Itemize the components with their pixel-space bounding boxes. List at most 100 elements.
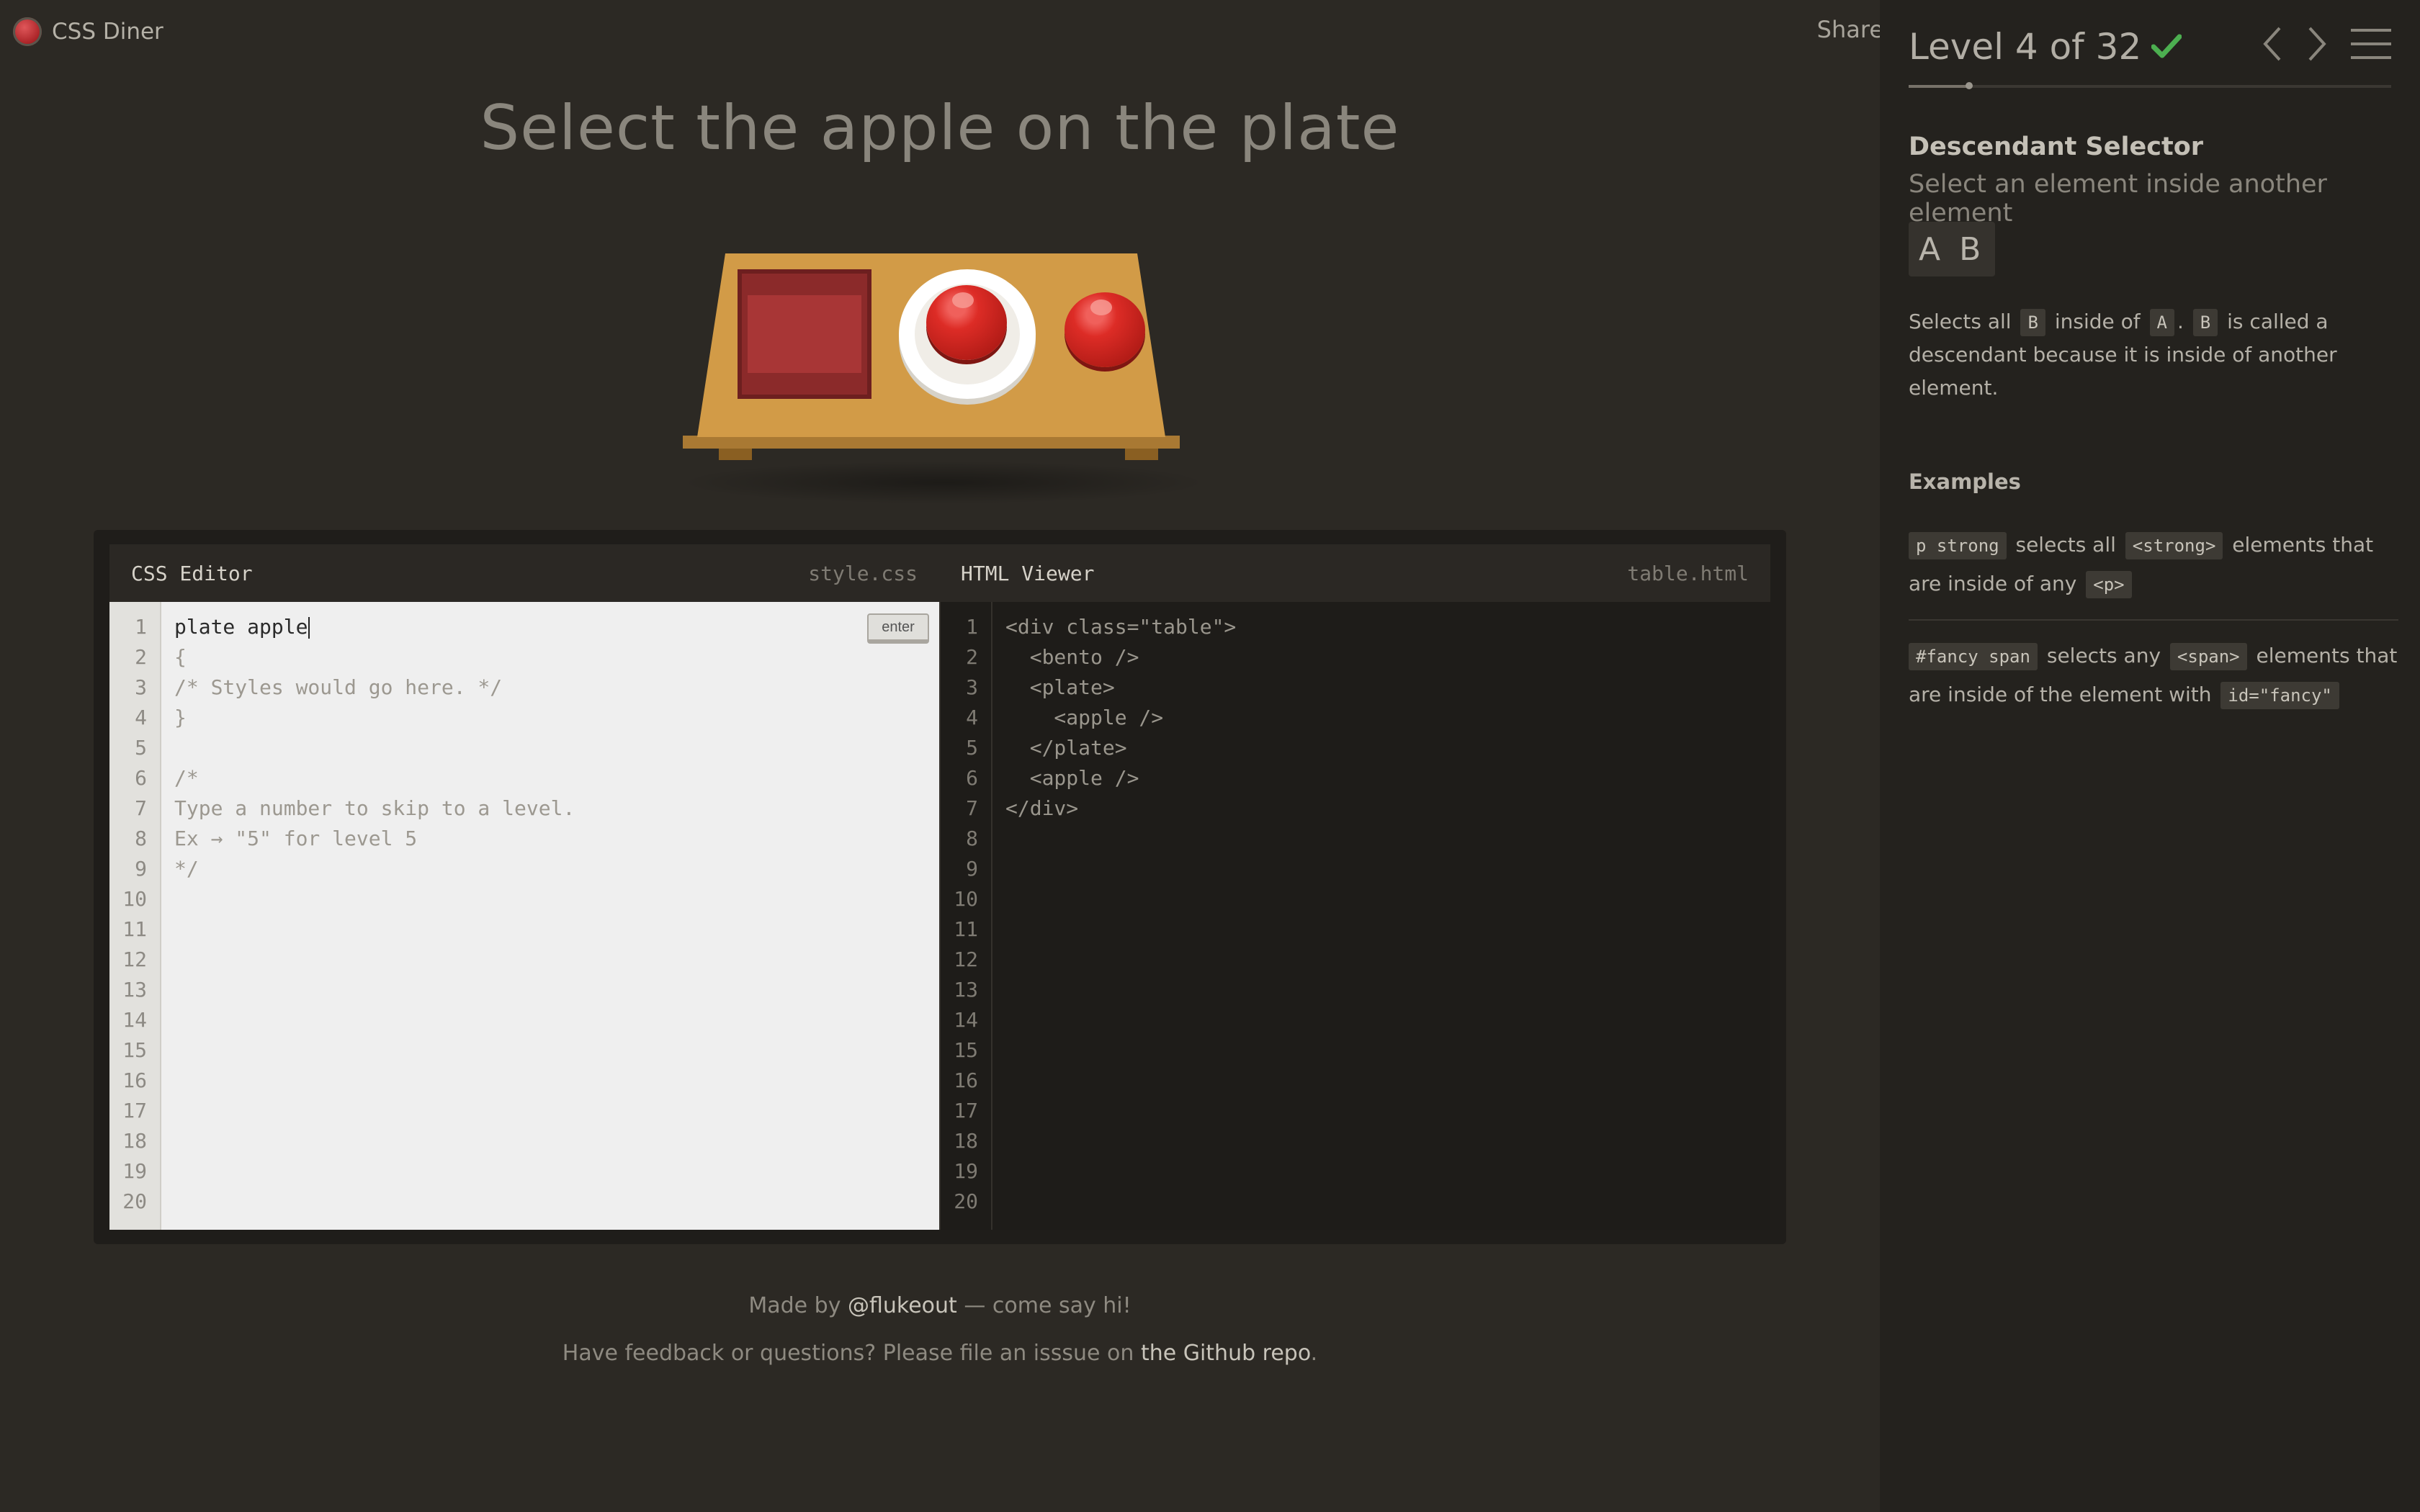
line-number: 11 [954, 917, 978, 941]
line-number: 8 [135, 827, 147, 850]
table-leg [1125, 449, 1158, 460]
sidebar: Level 4 of 32 Descendant Selector Select… [1880, 0, 2420, 1512]
line-number: 5 [135, 736, 147, 760]
code-line[interactable]: <apple /> [1005, 763, 1770, 793]
chevron-left-icon[interactable] [2262, 26, 2283, 62]
example-code: p strong [1909, 532, 2007, 559]
example-tag: <strong> [2125, 532, 2223, 559]
code-line[interactable]: <apple /> [1005, 703, 1770, 733]
footer-credit: Made by @flukeout — come say hi! [0, 1293, 1880, 1318]
line-number: 6 [966, 766, 978, 790]
text-cursor [308, 617, 310, 639]
example-tag: id="fancy" [2220, 682, 2339, 709]
editor-panel: CSS Editor style.css 1 2 3 4 5 6 7 8 9 10 11 12 13 14… [94, 530, 1786, 1244]
selector-name: Descendant Selector [1909, 132, 2203, 161]
line-number: 17 [954, 1099, 978, 1122]
progress-fill [1909, 85, 1969, 88]
code-line: } [174, 706, 187, 729]
enter-button[interactable]: enter [867, 613, 929, 644]
html-viewer-title: HTML Viewer [961, 561, 1095, 585]
share-label: Share [1816, 16, 1883, 43]
progress-marker [1965, 82, 1973, 89]
github-link[interactable]: the Github repo [1141, 1341, 1311, 1366]
plate[interactable] [899, 269, 1036, 399]
line-number: 1 [135, 615, 147, 639]
code-line: */ [174, 857, 199, 881]
logo-icon [13, 17, 42, 46]
hint-text: . [2177, 310, 2190, 333]
hint-tag: A [2149, 309, 2174, 336]
bento-inner [748, 295, 861, 373]
table-shadow [677, 461, 1210, 504]
html-viewer-body: 1 2 3 4 5 6 7 8 9 10 11 12 13 14 15 16 17 18 19 20 <div cla… [939, 602, 1770, 1230]
line-number: 12 [954, 948, 978, 971]
example-text: selects any [2040, 644, 2167, 667]
selector-syntax: A B [1909, 222, 1996, 276]
line-number: 2 [135, 645, 147, 669]
line-number: 9 [966, 857, 978, 881]
table-edge [683, 436, 1180, 449]
code-line[interactable]: <plate> [1005, 672, 1770, 703]
level-header: Level 4 of 32 [1909, 26, 2182, 68]
code-line[interactable]: </plate> [1005, 733, 1770, 763]
footer-text: — come say hi! [956, 1293, 1131, 1318]
line-number: 3 [966, 675, 978, 699]
footer-feedback: Have feedback or questions? Please file … [0, 1341, 1880, 1366]
footer-text: Have feedback or questions? Please file … [562, 1341, 1141, 1366]
bento[interactable] [738, 269, 871, 399]
code-line[interactable]: <div class="table"> [1005, 612, 1770, 642]
line-number: 17 [122, 1099, 147, 1122]
css-editor: CSS Editor style.css 1 2 3 4 5 6 7 8 9 10 11 12 13 14… [109, 544, 939, 1230]
code-line: { [174, 645, 187, 669]
line-number: 20 [122, 1189, 147, 1213]
line-number: 19 [122, 1159, 147, 1183]
line-number: 8 [966, 827, 978, 850]
checkmark-icon [2151, 34, 2182, 58]
flukeout-link[interactable]: @flukeout [848, 1293, 957, 1318]
code-line: Type a number to skip to a level. [174, 796, 575, 820]
footer-text: . [1310, 1341, 1318, 1366]
apple-highlight [1090, 300, 1112, 315]
line-number: 1 [966, 615, 978, 639]
css-editor-header: CSS Editor style.css [109, 544, 939, 602]
line-number: 15 [954, 1038, 978, 1062]
css-editor-body: 1 2 3 4 5 6 7 8 9 10 11 12 13 14 15 16 17 18 19 20 plate ap… [109, 602, 939, 1230]
css-file-name: style.css [808, 561, 918, 585]
code-line[interactable]: </div> [1005, 793, 1770, 824]
line-number: 4 [135, 706, 147, 729]
html-viewer-header: HTML Viewer table.html [939, 544, 1770, 602]
code-line[interactable]: <bento /> [1005, 642, 1770, 672]
app-name: CSS Diner [52, 19, 163, 45]
chevron-right-icon[interactable] [2306, 26, 2328, 62]
example-item: p strong selects all <strong> elements t… [1909, 526, 2398, 603]
html-code: <div class="table"> <bento /> <plate> <a… [992, 602, 1770, 1230]
apple-on-plate[interactable] [926, 285, 1007, 360]
hint-text: Selects all [1909, 310, 2018, 333]
line-number: 14 [122, 1008, 147, 1032]
css-input[interactable]: plate apple [174, 615, 308, 639]
line-number: 7 [135, 796, 147, 820]
code-line: Ex → "5" for level 5 [174, 827, 418, 850]
line-number: 13 [122, 978, 147, 1002]
line-numbers: 1 2 3 4 5 6 7 8 9 10 11 12 13 14 15 16 17 18 19 20 [109, 602, 161, 1230]
example-item: #fancy span selects any <span> elements … [1909, 636, 2398, 714]
line-number: 6 [135, 766, 147, 790]
line-number: 15 [122, 1038, 147, 1062]
css-editor-title: CSS Editor [131, 561, 253, 585]
css-code: plate apple {/* Styles would go here. */… [161, 602, 939, 1230]
line-number: 18 [122, 1129, 147, 1153]
menu-icon[interactable] [2351, 27, 2391, 60]
level-instruction: Select the apple on the plate [480, 92, 1400, 164]
apple[interactable] [1065, 292, 1145, 367]
line-number: 20 [954, 1189, 978, 1213]
example-tag: <span> [2169, 643, 2247, 670]
line-number: 4 [966, 706, 978, 729]
line-number: 19 [954, 1159, 978, 1183]
line-number: 10 [122, 887, 147, 911]
line-number: 7 [966, 796, 978, 820]
app-logo[interactable]: CSS Diner [13, 17, 163, 46]
selector-hint: Selects all B inside of A. B is called a… [1909, 305, 2384, 405]
line-number: 18 [954, 1129, 978, 1153]
code-line: /* [174, 766, 199, 790]
footer-text: Made by [748, 1293, 848, 1318]
